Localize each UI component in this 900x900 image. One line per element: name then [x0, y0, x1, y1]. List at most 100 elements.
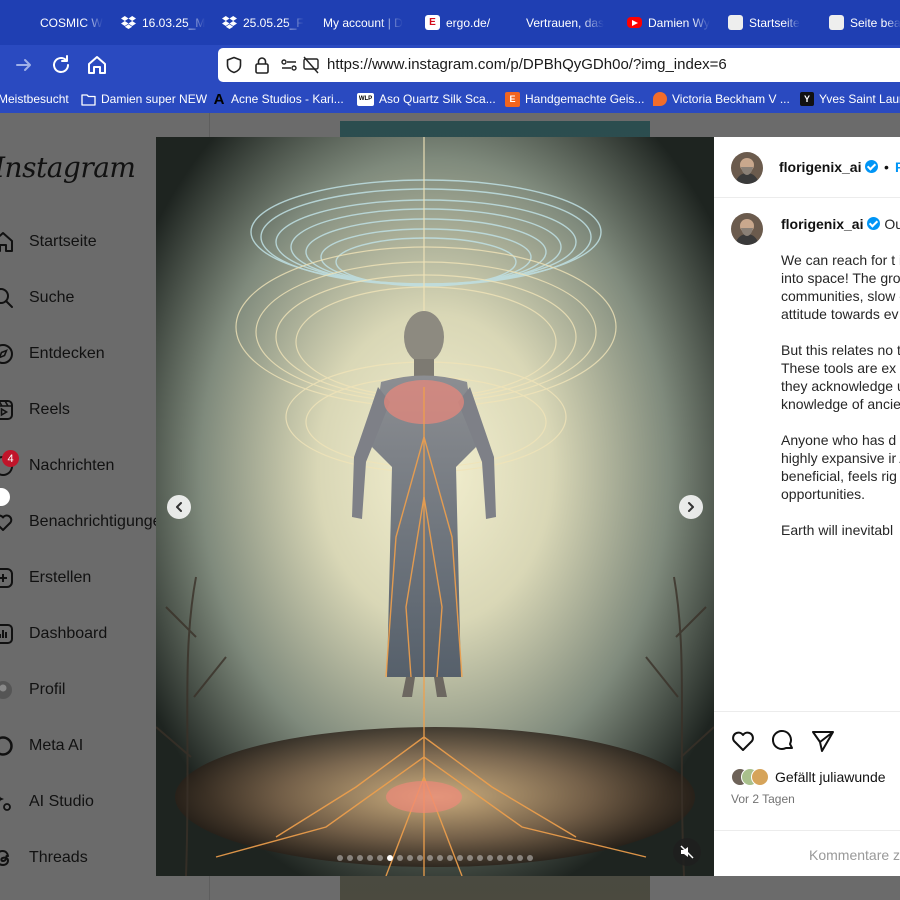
bookmark-label: Aso Quartz Silk Sca... [379, 92, 496, 106]
carousel-dot [457, 855, 463, 861]
url-bar[interactable]: https://www.instagram.com/p/DPBhQyGDh0o/… [218, 48, 900, 82]
carousel-dot [447, 855, 453, 861]
bookmark-item[interactable]: Meistbesucht [0, 90, 69, 108]
browser-tab-bar: COSMIC W 16.03.25_M 25.05.25_F My accoun… [0, 0, 900, 45]
carousel-dot [337, 855, 343, 861]
bookmarks-bar: Meistbesucht Damien super NEW A Acne Stu… [0, 85, 900, 113]
browser-tab[interactable]: Seite bea [829, 0, 900, 45]
bookmark-label: Damien super NEW [101, 92, 208, 106]
username-text: florigenix_ai [779, 159, 862, 175]
browser-tab[interactable]: Startseite [728, 0, 816, 45]
lock-icon[interactable] [254, 56, 270, 74]
share-icon[interactable] [810, 728, 836, 754]
post-timestamp[interactable]: Vor 2 Tagen [731, 792, 795, 806]
comment-icon[interactable] [770, 728, 796, 754]
verified-badge-icon [865, 160, 879, 173]
carousel-dot [467, 855, 473, 861]
browser-tab[interactable]: My account | D [323, 0, 411, 45]
ergo-icon: E [425, 15, 440, 30]
tab-label: 16.03.25_M [142, 15, 206, 30]
sidebar-item-label: Startseite [29, 233, 97, 250]
post-username[interactable]: florigenix_ai [779, 159, 879, 175]
likes-summary[interactable]: Gefällt juliawunde [731, 768, 886, 786]
avatar[interactable] [731, 213, 763, 245]
carousel-dot [517, 855, 523, 861]
sidebar-item-label: AI Studio [29, 793, 94, 810]
sidebar-item-label: Meta AI [29, 737, 84, 754]
messages-badge: 4 [2, 450, 19, 467]
bookmark-label: Meistbesucht [0, 92, 69, 106]
post-actions: Gefällt juliawunde Vor 2 Tagen Kommentar… [714, 711, 900, 876]
cursor-dot [0, 488, 10, 506]
chevron-left-icon [176, 502, 182, 512]
url-text[interactable]: https://www.instagram.com/p/DPBhQyGDh0o/… [327, 56, 727, 73]
bookmark-label: Acne Studios - Kari... [231, 92, 344, 106]
threads-icon [0, 849, 10, 867]
site-icon [728, 15, 743, 30]
follow-button[interactable]: F [895, 159, 900, 175]
caption-username[interactable]: florigenix_ai [781, 216, 881, 232]
bookmark-item[interactable]: A Acne Studios - Kari... [212, 90, 344, 108]
carousel-dot [417, 855, 423, 861]
comments-scroll-area[interactable]: florigenix_ai Our our roots grow dee We … [714, 198, 900, 711]
bookmark-item[interactable]: Victoria Beckham V ... [653, 90, 790, 108]
shield-icon[interactable] [225, 56, 243, 74]
like-heart-icon[interactable] [730, 728, 756, 754]
tab-label: Vertrauen, das [526, 15, 605, 30]
carousel-dot [507, 855, 513, 861]
youtube-icon [627, 17, 642, 28]
separator-dot: • [884, 159, 889, 175]
browser-tab[interactable]: 16.03.25_M [121, 0, 211, 45]
bookmark-item[interactable]: Damien super NEW [81, 90, 207, 108]
reels-icon [0, 400, 13, 420]
avatar[interactable] [731, 152, 763, 184]
folder-icon [81, 93, 96, 106]
sidebar-item-label: Profil [29, 681, 66, 698]
mute-button[interactable] [673, 838, 701, 866]
carousel-dot [497, 855, 503, 861]
comment-bar: Kommentare z [714, 830, 900, 877]
caption-paragraph: But this relates no to the collective ar… [781, 342, 900, 412]
notifications-blocked-icon[interactable] [302, 56, 320, 74]
sidebar-item-label: Reels [29, 401, 70, 418]
ai-studio-icon [0, 796, 11, 811]
carousel-prev-button[interactable] [167, 495, 191, 519]
sidebar-item-label: Benachrichtigungen [29, 513, 171, 530]
sidebar-item-label: Entdecken [29, 345, 105, 362]
browser-tab[interactable]: 25.05.25_F [222, 0, 312, 45]
bookmark-item[interactable]: E Handgemachte Geis... [505, 90, 644, 108]
post-image[interactable] [156, 137, 714, 876]
permissions-icon[interactable] [280, 57, 298, 73]
comment-input[interactable]: Kommentare z [809, 847, 900, 863]
vb-icon [653, 92, 667, 106]
browser-tab[interactable]: Damien Wy [627, 0, 712, 45]
browser-tab[interactable]: Vertrauen, das [526, 0, 608, 45]
browser-tab[interactable]: E ergo.de/ [425, 0, 510, 45]
bookmark-item[interactable]: Y Yves Saint Laur [800, 90, 900, 108]
reload-icon[interactable] [49, 53, 73, 77]
tab-label: Damien Wy [648, 15, 710, 30]
carousel-dot [427, 855, 433, 861]
forward-icon[interactable] [12, 53, 36, 77]
speaker-muted-icon [680, 845, 694, 859]
caption-paragraph: Earth will inevitabl [781, 522, 894, 538]
browser-tab[interactable]: COSMIC W [40, 0, 110, 45]
instagram-logo[interactable]: Instagram [0, 151, 136, 184]
likes-text: Gefällt juliawunde [775, 769, 886, 785]
home-icon [0, 232, 13, 252]
wlp-icon: WLP [357, 92, 374, 106]
search-icon [0, 288, 13, 308]
carousel-dot [367, 855, 373, 861]
carousel-dot [487, 855, 493, 861]
carousel-dot [437, 855, 443, 861]
tab-label: 25.05.25_F [243, 15, 304, 30]
verified-badge-icon [867, 217, 881, 230]
username-text: florigenix_ai [781, 216, 864, 232]
bookmark-item[interactable]: WLP Aso Quartz Silk Sca... [357, 90, 496, 108]
sidebar-item-label: Threads [29, 849, 88, 866]
home-icon[interactable] [85, 53, 109, 77]
carousel-next-button[interactable] [679, 495, 703, 519]
dropbox-icon [222, 15, 237, 30]
tab-label: Seite bea [850, 15, 900, 30]
chevron-right-icon [688, 502, 694, 512]
